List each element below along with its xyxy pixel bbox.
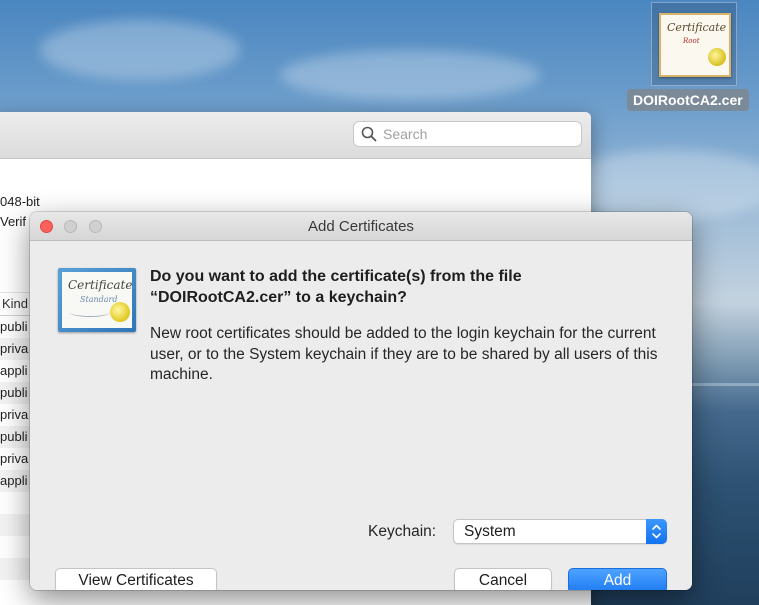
dialog-content: Certificate Standard Do you want to add … [30, 241, 692, 590]
seal-icon [708, 48, 726, 66]
add-button[interactable]: Add [568, 568, 667, 590]
column-header-label: Kind [2, 296, 29, 311]
row-kind: publi [0, 385, 28, 400]
row-kind: appli [0, 363, 28, 378]
cloud [280, 50, 540, 100]
dialog-headline: Do you want to add the certificate(s) fr… [150, 266, 630, 308]
dialog-titlebar: Add Certificates [30, 212, 692, 241]
row-kind: publi [0, 319, 28, 334]
certificate-paper: Certificate Standard [62, 272, 132, 328]
keychain-popup-button[interactable]: System [453, 519, 667, 544]
row-kind: priva [0, 451, 29, 466]
keychain-label: Keychain: [368, 523, 437, 540]
search-input[interactable]: Search [353, 121, 582, 147]
certificate-icon: Certificate Standard [58, 268, 136, 332]
row-kind: publi [0, 429, 28, 444]
dialog-message: New root certificates should be added to… [150, 325, 658, 383]
search-placeholder: Search [383, 126, 428, 142]
search-icon [361, 126, 377, 142]
info-line: 048-bit [0, 194, 40, 209]
cancel-button[interactable]: Cancel [454, 568, 552, 590]
cloud [40, 20, 240, 80]
row-kind: appli [0, 473, 28, 488]
paper-subtitle: Root [683, 37, 700, 45]
certificate-icon-title: Certificate [68, 278, 133, 292]
desktop-file-certificate-icon[interactable]: Certificate Root [651, 2, 737, 86]
info-line: Verif [0, 214, 27, 229]
popup-chevron-icon [646, 519, 667, 544]
window-toolbar: Search [0, 112, 591, 159]
certificate-icon-subtitle: Standard [80, 295, 118, 304]
headline-line-1: Do you want to add the certificate(s) fr… [150, 268, 522, 285]
view-certificates-button[interactable]: View Certificates [55, 568, 217, 590]
desktop-background: Certificate Root DOIRootCA2.cer Search 0… [0, 0, 759, 605]
desktop-file-name[interactable]: DOIRootCA2.cer [627, 89, 749, 111]
add-certificates-dialog: Add Certificates Certificate Standard Do… [30, 212, 692, 590]
paper-title: Certificate [667, 21, 727, 34]
certificate-flourish [70, 308, 110, 317]
row-kind: priva [0, 407, 29, 422]
certificate-paper-icon: Certificate Root [659, 13, 731, 77]
row-kind: priva [0, 341, 29, 356]
headline-line-2: “DOIRootCA2.cer” to a keychain? [150, 289, 407, 306]
seal-icon [110, 302, 130, 322]
keychain-selected-value: System [464, 523, 516, 540]
dialog-title: Add Certificates [308, 218, 414, 235]
